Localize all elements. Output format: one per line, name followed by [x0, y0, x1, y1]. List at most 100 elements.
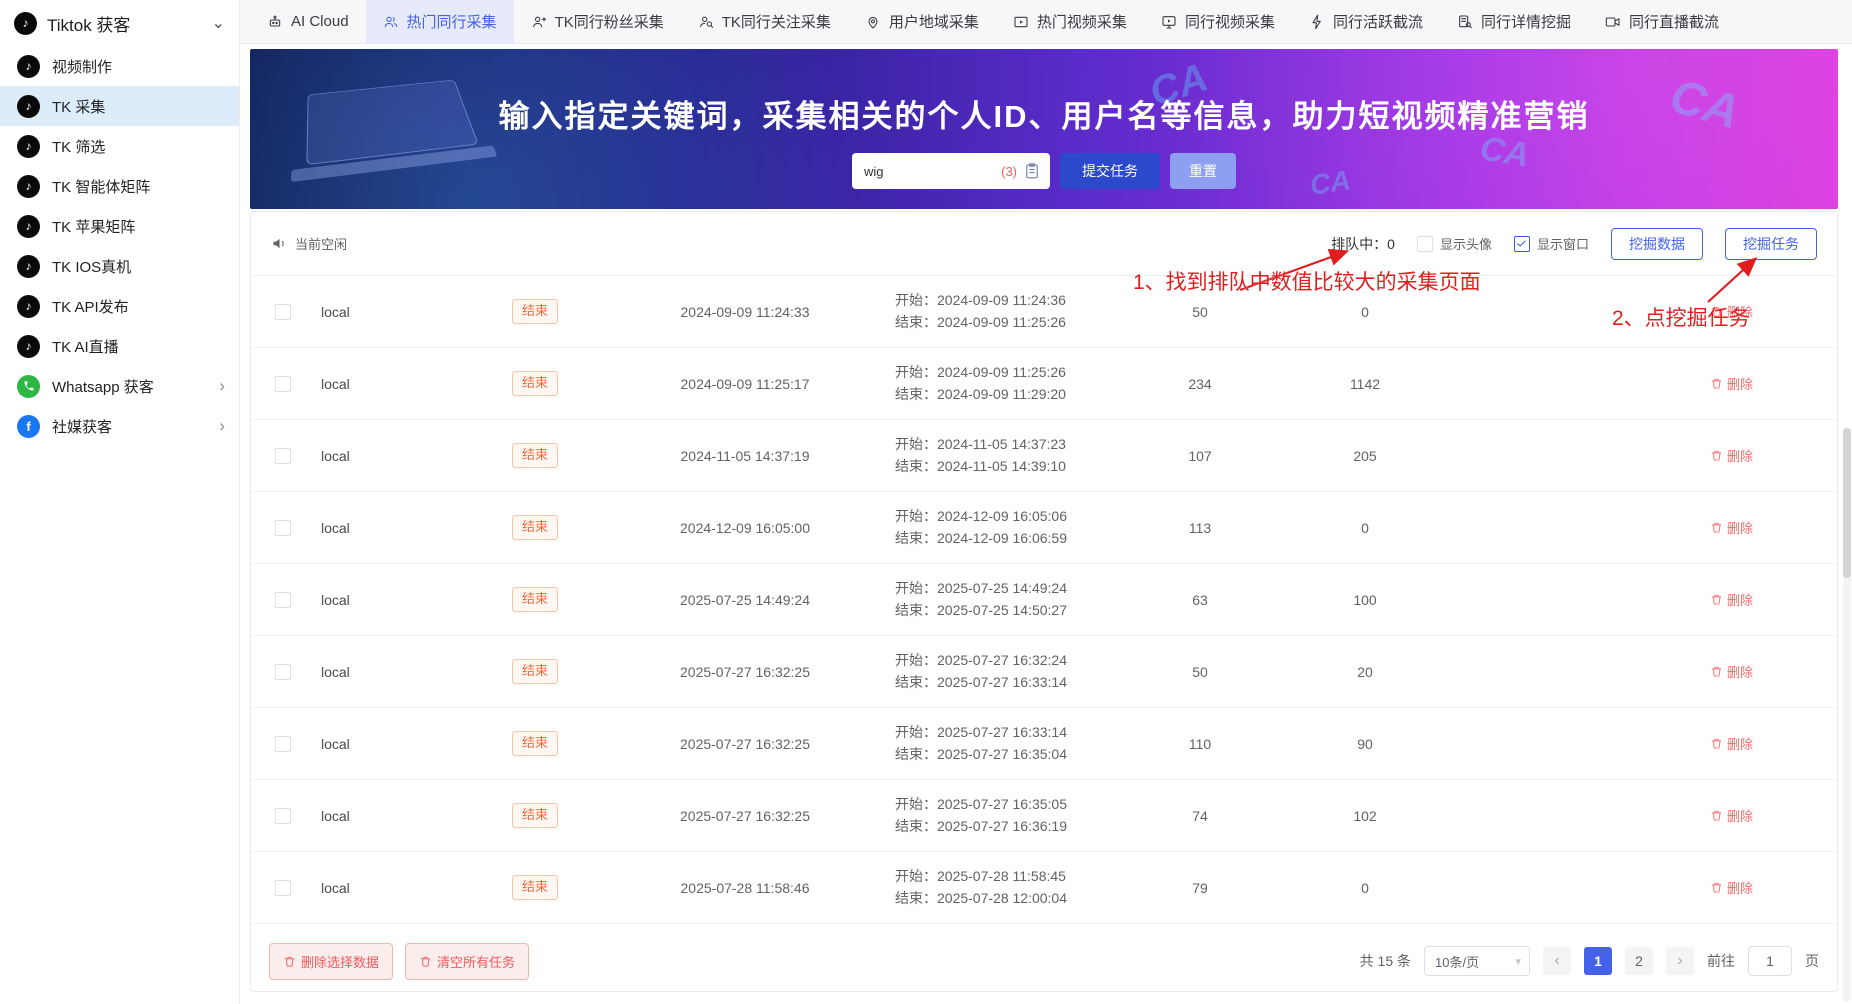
chevron-down-icon: ▾ — [1515, 955, 1521, 968]
sidebar-item-tk-collect[interactable]: ♪ TK 采集 — [0, 86, 239, 126]
show-window-checkbox[interactable]: 显示窗口 — [1514, 234, 1589, 253]
trash-icon — [283, 955, 296, 968]
scrollbar-thumb[interactable] — [1843, 428, 1851, 578]
monitor-play-icon — [1161, 14, 1177, 30]
annotation-note-1: 1、找到排队中数值比较大的采集页面 — [1133, 266, 1481, 296]
tab-hot-peer-collect[interactable]: 热门同行采集 — [366, 0, 514, 44]
tiktok-icon: ♪ — [17, 175, 40, 198]
row-checkbox[interactable] — [275, 592, 291, 608]
tab-peer-follow-collect[interactable]: TK同行关注采集 — [681, 0, 848, 44]
row-checkbox[interactable] — [275, 376, 291, 392]
delete-button[interactable]: 删除 — [1710, 878, 1753, 897]
count-secondary: 0 — [1361, 880, 1369, 896]
status-badge: 结束 — [512, 515, 558, 540]
delete-button[interactable]: 删除 — [1710, 806, 1753, 825]
count-primary: 234 — [1188, 376, 1211, 392]
row-checkbox[interactable] — [275, 664, 291, 680]
row-checkbox[interactable] — [275, 736, 291, 752]
pager-next-button[interactable]: › — [1666, 947, 1694, 975]
tab-peer-detail-mining[interactable]: 同行详情挖掘 — [1440, 0, 1588, 44]
queue-counter: 排队中：0 — [1331, 234, 1395, 254]
created-time: 2025-07-27 16:32:25 — [680, 664, 810, 680]
workspace-title: Tiktok 获客 — [47, 11, 130, 36]
sidebar-item-tk-ai-live[interactable]: ♪ TK AI直播 — [0, 326, 239, 366]
row-checkbox[interactable] — [275, 448, 291, 464]
keyword-input[interactable] — [864, 164, 995, 179]
sidebar-item-tk-ios-device[interactable]: ♪ TK IOS真机 — [0, 246, 239, 286]
delete-button[interactable]: 删除 — [1710, 374, 1753, 393]
row-checkbox[interactable] — [275, 304, 291, 320]
status-badge: 结束 — [512, 443, 558, 468]
page-size-select[interactable]: 10条/页 ▾ — [1424, 946, 1530, 976]
count-primary: 113 — [1189, 520, 1211, 536]
table-row: local 结束 2025-07-27 16:32:25 开始：2025-07-… — [251, 636, 1837, 708]
sidebar-item-tk-filter[interactable]: ♪ TK 筛选 — [0, 126, 239, 166]
pager-page-1[interactable]: 1 — [1584, 947, 1612, 975]
clipboard-list-icon[interactable] — [1023, 162, 1041, 180]
sidebar-item-video-maker[interactable]: ♪ 视频制作 — [0, 46, 239, 86]
pager-page-2[interactable]: 2 — [1625, 947, 1653, 975]
time-range: 开始：2025-07-27 16:32:24 结束：2025-07-27 16:… — [895, 650, 1135, 693]
map-pin-icon — [865, 14, 881, 30]
main-area: AI Cloud 热门同行采集 TK同行粉丝采集 TK同行关注采集 用户地域采集… — [240, 0, 1852, 1004]
count-primary: 74 — [1192, 808, 1208, 824]
sidebar-item-tk-agent-matrix[interactable]: ♪ TK 智能体矩阵 — [0, 166, 239, 206]
mine-task-button[interactable]: 挖掘任务 — [1725, 228, 1817, 260]
trash-icon — [1710, 665, 1723, 678]
sidebar-item-social-media-leads[interactable]: f 社媒获客 › — [0, 406, 239, 446]
tiktok-icon: ♪ — [17, 95, 40, 118]
reset-button[interactable]: 重置 — [1170, 153, 1236, 189]
created-time: 2024-09-09 11:25:17 — [681, 376, 810, 392]
delete-button[interactable]: 删除 — [1710, 446, 1753, 465]
banner-watermark: CA — [1308, 164, 1353, 201]
trash-icon — [1710, 521, 1723, 534]
start-time: 开始：2024-12-09 16:05:06 — [895, 508, 1067, 524]
page-title: 输入指定关键词，采集相关的个人ID、用户名等信息，助力短视频精准营销 — [250, 49, 1838, 136]
start-time: 开始：2024-11-05 14:37:23 — [895, 436, 1066, 452]
tab-ai-cloud[interactable]: AI Cloud — [250, 0, 366, 44]
keyword-search-group: (3) 提交任务 重置 — [852, 153, 1236, 189]
submit-task-button[interactable]: 提交任务 — [1060, 153, 1160, 189]
goto-page-input[interactable] — [1748, 946, 1792, 976]
row-checkbox[interactable] — [275, 880, 291, 896]
tab-user-region-collect[interactable]: 用户地域采集 — [848, 0, 996, 44]
table-row: local 结束 2025-07-27 16:32:25 开始：2025-07-… — [251, 780, 1837, 852]
sidebar-item-whatsapp-leads[interactable]: Whatsapp 获客 › — [0, 366, 239, 406]
tab-hot-video-collect[interactable]: 热门视频采集 — [996, 0, 1144, 44]
tab-peer-active-intercept[interactable]: 同行活跃截流 — [1292, 0, 1440, 44]
delete-button[interactable]: 删除 — [1710, 662, 1753, 681]
scrollbar-track[interactable] — [1843, 428, 1851, 1002]
document-search-icon — [1457, 14, 1473, 30]
time-range: 开始：2025-07-27 16:35:05 结束：2025-07-27 16:… — [895, 794, 1135, 837]
start-time: 开始：2025-07-28 11:58:45 — [895, 868, 1066, 884]
chevron-down-icon: ⌄ — [212, 13, 225, 33]
mine-data-button[interactable]: 挖掘数据 — [1611, 228, 1703, 260]
chevron-right-icon: › — [219, 376, 225, 396]
table-row: local 结束 2025-07-25 14:49:24 开始：2025-07-… — [251, 564, 1837, 636]
tab-peer-video-collect[interactable]: 同行视频采集 — [1144, 0, 1292, 44]
created-time: 2024-09-09 11:24:33 — [681, 304, 810, 320]
row-checkbox[interactable] — [275, 808, 291, 824]
tab-peer-fans-collect[interactable]: TK同行粉丝采集 — [514, 0, 681, 44]
show-avatar-checkbox[interactable]: 显示头像 — [1417, 234, 1492, 253]
sidebar-item-tk-apple-matrix[interactable]: ♪ TK 苹果矩阵 — [0, 206, 239, 246]
workspace-switcher[interactable]: ♪ Tiktok 获客 ⌄ — [0, 0, 239, 46]
tab-peer-live-intercept[interactable]: 同行直播截流 — [1588, 0, 1736, 44]
clear-all-tasks-button[interactable]: 清空所有任务 — [405, 943, 529, 980]
row-checkbox[interactable] — [275, 520, 291, 536]
trash-icon — [419, 955, 432, 968]
table-row: local 结束 2024-12-09 16:05:00 开始：2024-12-… — [251, 492, 1837, 564]
sidebar-item-tk-api-publish[interactable]: ♪ TK API发布 — [0, 286, 239, 326]
delete-button[interactable]: 删除 — [1710, 590, 1753, 609]
pager-prev-button[interactable]: ‹ — [1543, 947, 1571, 975]
delete-button[interactable]: 删除 — [1710, 518, 1753, 537]
end-time: 结束：2025-07-28 12:00:04 — [895, 890, 1067, 906]
table-row: local 结束 2024-11-05 14:37:19 开始：2024-11-… — [251, 420, 1837, 492]
tiktok-icon: ♪ — [17, 135, 40, 158]
start-time: 开始：2025-07-25 14:49:24 — [895, 580, 1067, 596]
delete-button[interactable]: 删除 — [1710, 734, 1753, 753]
table-row: local 结束 2025-07-27 16:32:25 开始：2025-07-… — [251, 708, 1837, 780]
delete-selected-button[interactable]: 删除选择数据 — [269, 943, 393, 980]
trash-icon — [1710, 449, 1723, 462]
annotation-note-2: 2、点挖掘任务 — [1612, 302, 1750, 332]
